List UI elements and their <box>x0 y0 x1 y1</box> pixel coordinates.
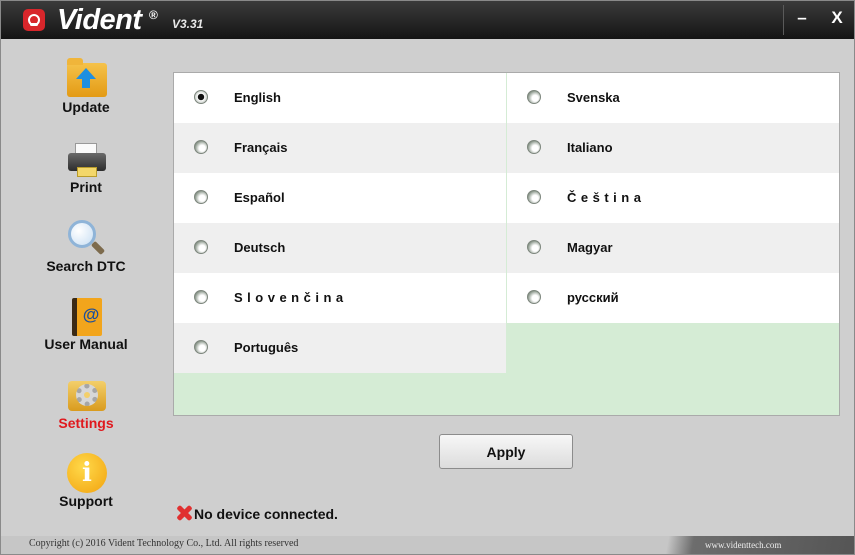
language-option-magyar[interactable]: Magyar <box>507 223 839 273</box>
sidebar-item-label: Update <box>62 99 110 115</box>
radio-icon[interactable] <box>194 340 208 354</box>
footer-bar: Copyright (c) 2016 Vident Technology Co.… <box>1 536 854 554</box>
radio-icon[interactable] <box>527 240 541 254</box>
registered-mark: ® <box>149 8 158 22</box>
radio-icon[interactable] <box>527 90 541 104</box>
radio-icon[interactable] <box>527 140 541 154</box>
radio-icon[interactable] <box>527 290 541 304</box>
language-label: Español <box>234 190 285 205</box>
language-option-russian[interactable]: русский <box>507 273 839 323</box>
sidebar-item-label: Support <box>59 493 113 509</box>
sidebar-item-label: Search DTC <box>46 258 126 274</box>
sidebar-item-update[interactable]: Update <box>21 58 151 115</box>
sidebar-item-label: User Manual <box>44 336 128 352</box>
language-option-slovencina[interactable]: Slovenčina <box>174 273 506 323</box>
sidebar-item-settings[interactable]: Settings <box>21 375 151 431</box>
sidebar-item-label: Settings <box>58 415 114 431</box>
language-label: Português <box>234 340 299 355</box>
minimize-button[interactable]: – <box>784 1 820 37</box>
sidebar-item-search-dtc[interactable]: Search DTC <box>21 218 151 274</box>
title-bar: Vident ® V3.31 – X <box>1 1 854 39</box>
update-folder-icon <box>64 58 108 99</box>
language-option-espanol[interactable]: Español <box>174 173 506 223</box>
sidebar-item-print[interactable]: Print <box>21 139 151 195</box>
language-label: English <box>234 90 281 105</box>
language-label: Magyar <box>567 240 613 255</box>
info-icon: i <box>64 453 108 493</box>
red-x-icon <box>175 504 193 522</box>
language-option-svenska[interactable]: Svenska <box>507 73 839 123</box>
version-label: V3.31 <box>172 17 204 31</box>
vident-logo-icon <box>23 9 45 31</box>
radio-selected-icon[interactable] <box>194 90 208 104</box>
connection-status: No device connected. <box>194 506 338 522</box>
copyright-text: Copyright (c) 2016 Vident Technology Co.… <box>29 538 299 549</box>
website-link[interactable]: www.videnttech.com <box>705 540 781 550</box>
apply-button[interactable]: Apply <box>439 434 573 469</box>
language-label: Svenska <box>567 90 620 105</box>
language-label: Deutsch <box>234 240 286 255</box>
app-window: Vident ® V3.31 – X Update Print Search D… <box>0 0 855 555</box>
language-label: Čeština <box>567 190 646 205</box>
language-panel: English Français Español Deutsch Slovenč… <box>173 72 840 416</box>
language-option-english[interactable]: English <box>174 73 506 123</box>
magnifier-icon <box>64 218 108 258</box>
sidebar-item-support[interactable]: i Support <box>21 453 151 509</box>
language-option-portugues[interactable]: Português <box>174 323 506 373</box>
manual-book-icon: @ <box>64 296 108 336</box>
language-label: Français <box>234 140 288 155</box>
radio-icon[interactable] <box>527 190 541 204</box>
sidebar-item-user-manual[interactable]: @ User Manual <box>21 296 151 352</box>
radio-icon[interactable] <box>194 140 208 154</box>
close-button[interactable]: X <box>819 1 855 37</box>
language-option-italiano[interactable]: Italiano <box>507 123 839 173</box>
radio-icon[interactable] <box>194 190 208 204</box>
language-label: Slovenčina <box>234 290 348 305</box>
brand-name: Vident <box>57 4 142 36</box>
language-option-francais[interactable]: Français <box>174 123 506 173</box>
radio-icon[interactable] <box>194 240 208 254</box>
language-label: Italiano <box>567 140 613 155</box>
sidebar-item-label: Print <box>70 179 102 195</box>
language-option-deutsch[interactable]: Deutsch <box>174 223 506 273</box>
settings-gear-icon <box>64 375 108 415</box>
radio-icon[interactable] <box>194 290 208 304</box>
language-option-cestina[interactable]: Čeština <box>507 173 839 223</box>
language-label: русский <box>567 290 619 305</box>
printer-icon <box>64 139 108 179</box>
